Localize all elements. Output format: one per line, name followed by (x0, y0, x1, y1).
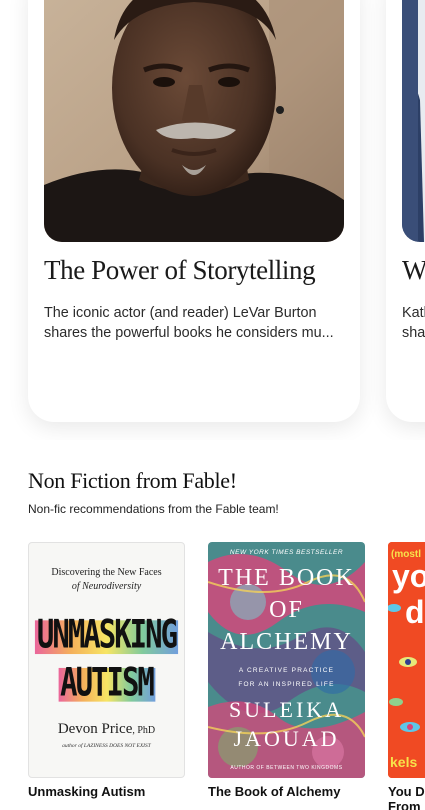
cover-tagline: Discovering the New Faces of Neurodivers… (51, 567, 162, 592)
card-title: Wh (402, 255, 425, 285)
cover-byline: AUTHOR OF BETWEEN TWO KINGDOMS (230, 765, 343, 771)
cover-author: kels (390, 754, 418, 770)
featured-card[interactable]: The Power of Storytelling The iconic act… (28, 0, 360, 422)
book-item[interactable]: NEW YORK TIMES BESTSELLER THE BOOK OF AL… (208, 542, 365, 799)
card-photo (402, 0, 425, 242)
book-item[interactable]: (mostl yo d kels You D From (388, 542, 425, 810)
featured-card[interactable]: Wh Katl sha (386, 0, 425, 422)
book-cover[interactable]: (mostl yo d kels (388, 542, 425, 778)
cover-title: AUTISM (60, 659, 155, 705)
book-title: You D From (388, 784, 425, 810)
card-description: Katl sha (402, 305, 425, 341)
cover-byline: author of LAZINESS DOES NOT EXIST (62, 743, 151, 749)
cover-author: SULEIKA JAOUAD (228, 697, 345, 751)
book-carousel: Discovering the New Faces of Neurodivers… (0, 542, 425, 810)
book-title: The Book of Alchemy (208, 784, 341, 799)
book-title: Unmasking Autism (28, 784, 146, 799)
section-title: Non Fiction from Fable! (28, 468, 237, 493)
cover-title: THE BOOK OF ALCHEMY (218, 565, 355, 655)
section-subtitle: Non-fic recommendations from the Fable t… (28, 502, 279, 516)
cover-title: yo (392, 558, 425, 594)
card-description: The iconic actor (and reader) LeVar Burt… (44, 305, 334, 341)
featured-carousel: The Power of Storytelling The iconic act… (0, 0, 425, 440)
cover-title: d (405, 594, 425, 630)
cover-tagline: A CREATIVE PRACTICE FOR AN INSPIRED LIFE (238, 667, 335, 688)
cover-banner: NEW YORK TIMES BESTSELLER (229, 549, 344, 556)
card-photo-levar-burton (44, 0, 344, 242)
book-cover[interactable]: Discovering the New Faces of Neurodivers… (28, 542, 185, 778)
card-title: The Power of Storytelling (44, 255, 316, 285)
book-cover[interactable]: NEW YORK TIMES BESTSELLER THE BOOK OF AL… (208, 542, 365, 778)
book-item[interactable]: Discovering the New Faces of Neurodivers… (28, 542, 185, 799)
cover-author: Devon Price, PhD (57, 721, 156, 737)
cover-title: UNMASKING (36, 611, 178, 657)
